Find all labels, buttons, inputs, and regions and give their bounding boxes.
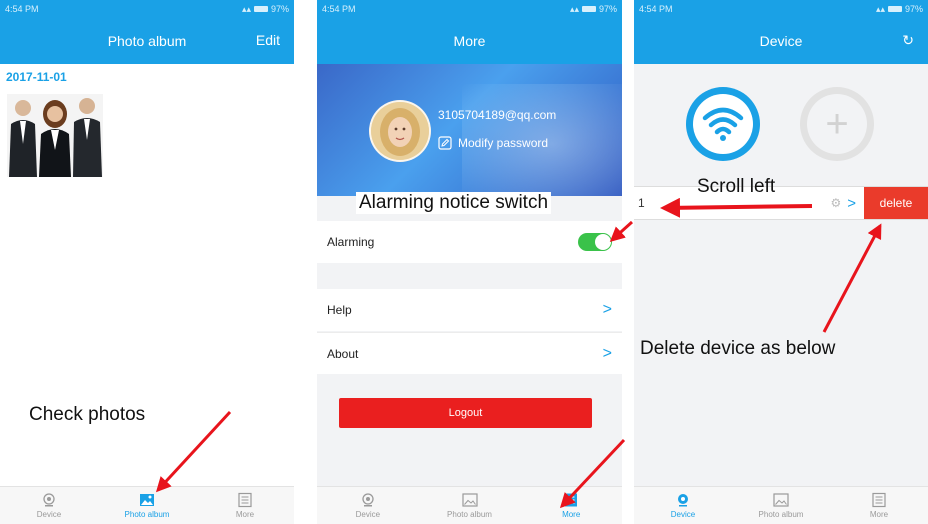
avatar[interactable] [369, 100, 431, 162]
modify-password-label: Modify password [458, 136, 549, 150]
tab-device[interactable]: Device [0, 487, 98, 524]
chevron-right-icon: > [602, 301, 612, 318]
plus-icon: + [807, 94, 867, 154]
battery-icon [253, 6, 268, 12]
tab-device-label: Device [670, 510, 696, 519]
alarming-row: Alarming [317, 221, 622, 263]
device-name: 1 [638, 196, 645, 210]
chevron-right-icon: > [847, 194, 856, 212]
refresh-icon[interactable]: ↻ [902, 32, 914, 49]
help-label: Help [327, 303, 352, 317]
modify-password-link[interactable]: Modify password [438, 136, 548, 150]
album-date: 2017-11-01 [6, 70, 67, 84]
people-photo-icon [7, 94, 103, 177]
signal-icon: ▴▴ [569, 3, 579, 14]
device-list-item[interactable]: 1 ⚙ > delete [634, 186, 928, 220]
tab-photo-album[interactable]: Photo album [732, 487, 830, 524]
battery-percent: 97% [598, 4, 617, 14]
list-icon [872, 492, 886, 508]
tab-photo-album[interactable]: Photo album [419, 487, 521, 524]
page-title: Device [759, 33, 803, 49]
tab-photo-album-label: Photo album [758, 510, 804, 519]
edit-icon [438, 136, 452, 150]
status-time: 4:54 PM [322, 4, 356, 14]
tab-more[interactable]: More [830, 487, 928, 524]
tab-more-label: More [869, 510, 889, 519]
image-icon [773, 493, 789, 507]
status-icons: ▴▴ 97% [876, 4, 923, 15]
nav-bar: Photo album Edit [0, 18, 294, 64]
list-icon [238, 492, 252, 508]
toggle-knob [595, 234, 611, 250]
signal-icon: ▴▴ [241, 3, 251, 14]
scroll-left-caption: Scroll left [697, 176, 776, 197]
image-icon [461, 493, 478, 507]
check-photos-caption: Check photos [29, 404, 146, 425]
tab-photo-album-label: Photo album [447, 510, 492, 519]
image-icon [140, 494, 154, 506]
tab-more[interactable]: More [196, 487, 294, 524]
logout-button[interactable]: Logout [339, 398, 592, 428]
tab-bar: Device Photo album More [634, 486, 928, 524]
tab-bar: Device Photo album More [317, 486, 622, 524]
gear-icon[interactable]: ⚙ [830, 196, 841, 210]
status-icons: ▴▴ 97% [570, 4, 617, 15]
signal-icon: ▴▴ [875, 3, 885, 14]
device-screen: 4:54 PM ▴▴ 97% Device ↻ + 1 ⚙ > delete D… [634, 0, 928, 524]
alarming-toggle[interactable] [578, 233, 612, 251]
status-bar: 4:54 PM ▴▴ 97% [0, 0, 294, 18]
page-title: More [453, 33, 486, 49]
battery-icon [887, 6, 902, 12]
profile-banner: 3105704189@qq.com Modify password [317, 64, 622, 196]
tab-photo-album-label: Photo album [124, 510, 170, 519]
wifi-add-device-button[interactable] [686, 87, 760, 161]
tab-bar: Device Photo album More [0, 486, 294, 524]
status-time: 4:54 PM [5, 4, 39, 14]
delete-device-caption: Delete device as below [640, 338, 836, 359]
photo-thumbnail[interactable] [7, 94, 103, 177]
alarming-switch-caption: Alarming notice switch [356, 192, 552, 214]
about-row[interactable]: About > [317, 332, 622, 374]
nav-bar: Device ↻ [634, 18, 928, 64]
tab-device[interactable]: Device [317, 487, 419, 524]
edit-button[interactable]: Edit [256, 32, 280, 48]
user-email: 3105704189@qq.com [438, 108, 557, 122]
status-bar: 4:54 PM ▴▴ 97% [317, 0, 622, 18]
tab-more-label: More [235, 510, 255, 519]
tab-photo-album[interactable]: Photo album [98, 487, 196, 524]
more-screen: 4:54 PM ▴▴ 97% More 3105704189@qq.com Mo… [317, 0, 622, 524]
delete-button[interactable]: delete [864, 187, 928, 219]
camera-icon [678, 494, 688, 507]
avatar-photo-icon [371, 102, 429, 160]
chevron-right-icon: > [602, 344, 612, 362]
status-icons: ▴▴ 97% [242, 4, 289, 15]
photo-album-screen: 4:54 PM ▴▴ 97% Photo album Edit 2017-11-… [0, 0, 294, 524]
tutorial-canvas: 4:54 PM ▴▴ 97% Photo album Edit 2017-11-… [0, 0, 928, 524]
battery-icon [581, 6, 596, 12]
about-label: About [327, 346, 359, 361]
tab-more-label: More [562, 510, 581, 519]
help-row[interactable]: Help > [317, 289, 622, 331]
tab-more[interactable]: More [520, 487, 622, 524]
tab-device-label: Device [355, 510, 381, 519]
page-title: Photo album [107, 33, 187, 49]
wifi-icon [693, 94, 753, 154]
battery-percent: 97% [904, 4, 923, 14]
status-time: 4:54 PM [639, 4, 673, 14]
nav-bar: More [317, 18, 622, 64]
tab-device[interactable]: Device [634, 487, 732, 524]
camera-icon [43, 493, 55, 507]
list-icon [565, 493, 578, 507]
alarming-label: Alarming [327, 235, 375, 249]
status-bar: 4:54 PM ▴▴ 97% [634, 0, 928, 18]
add-device-button[interactable]: + [800, 87, 874, 161]
battery-percent: 97% [270, 4, 289, 14]
tab-device-label: Device [36, 510, 62, 519]
camera-icon [362, 493, 374, 507]
wifi-glyph [702, 107, 744, 141]
